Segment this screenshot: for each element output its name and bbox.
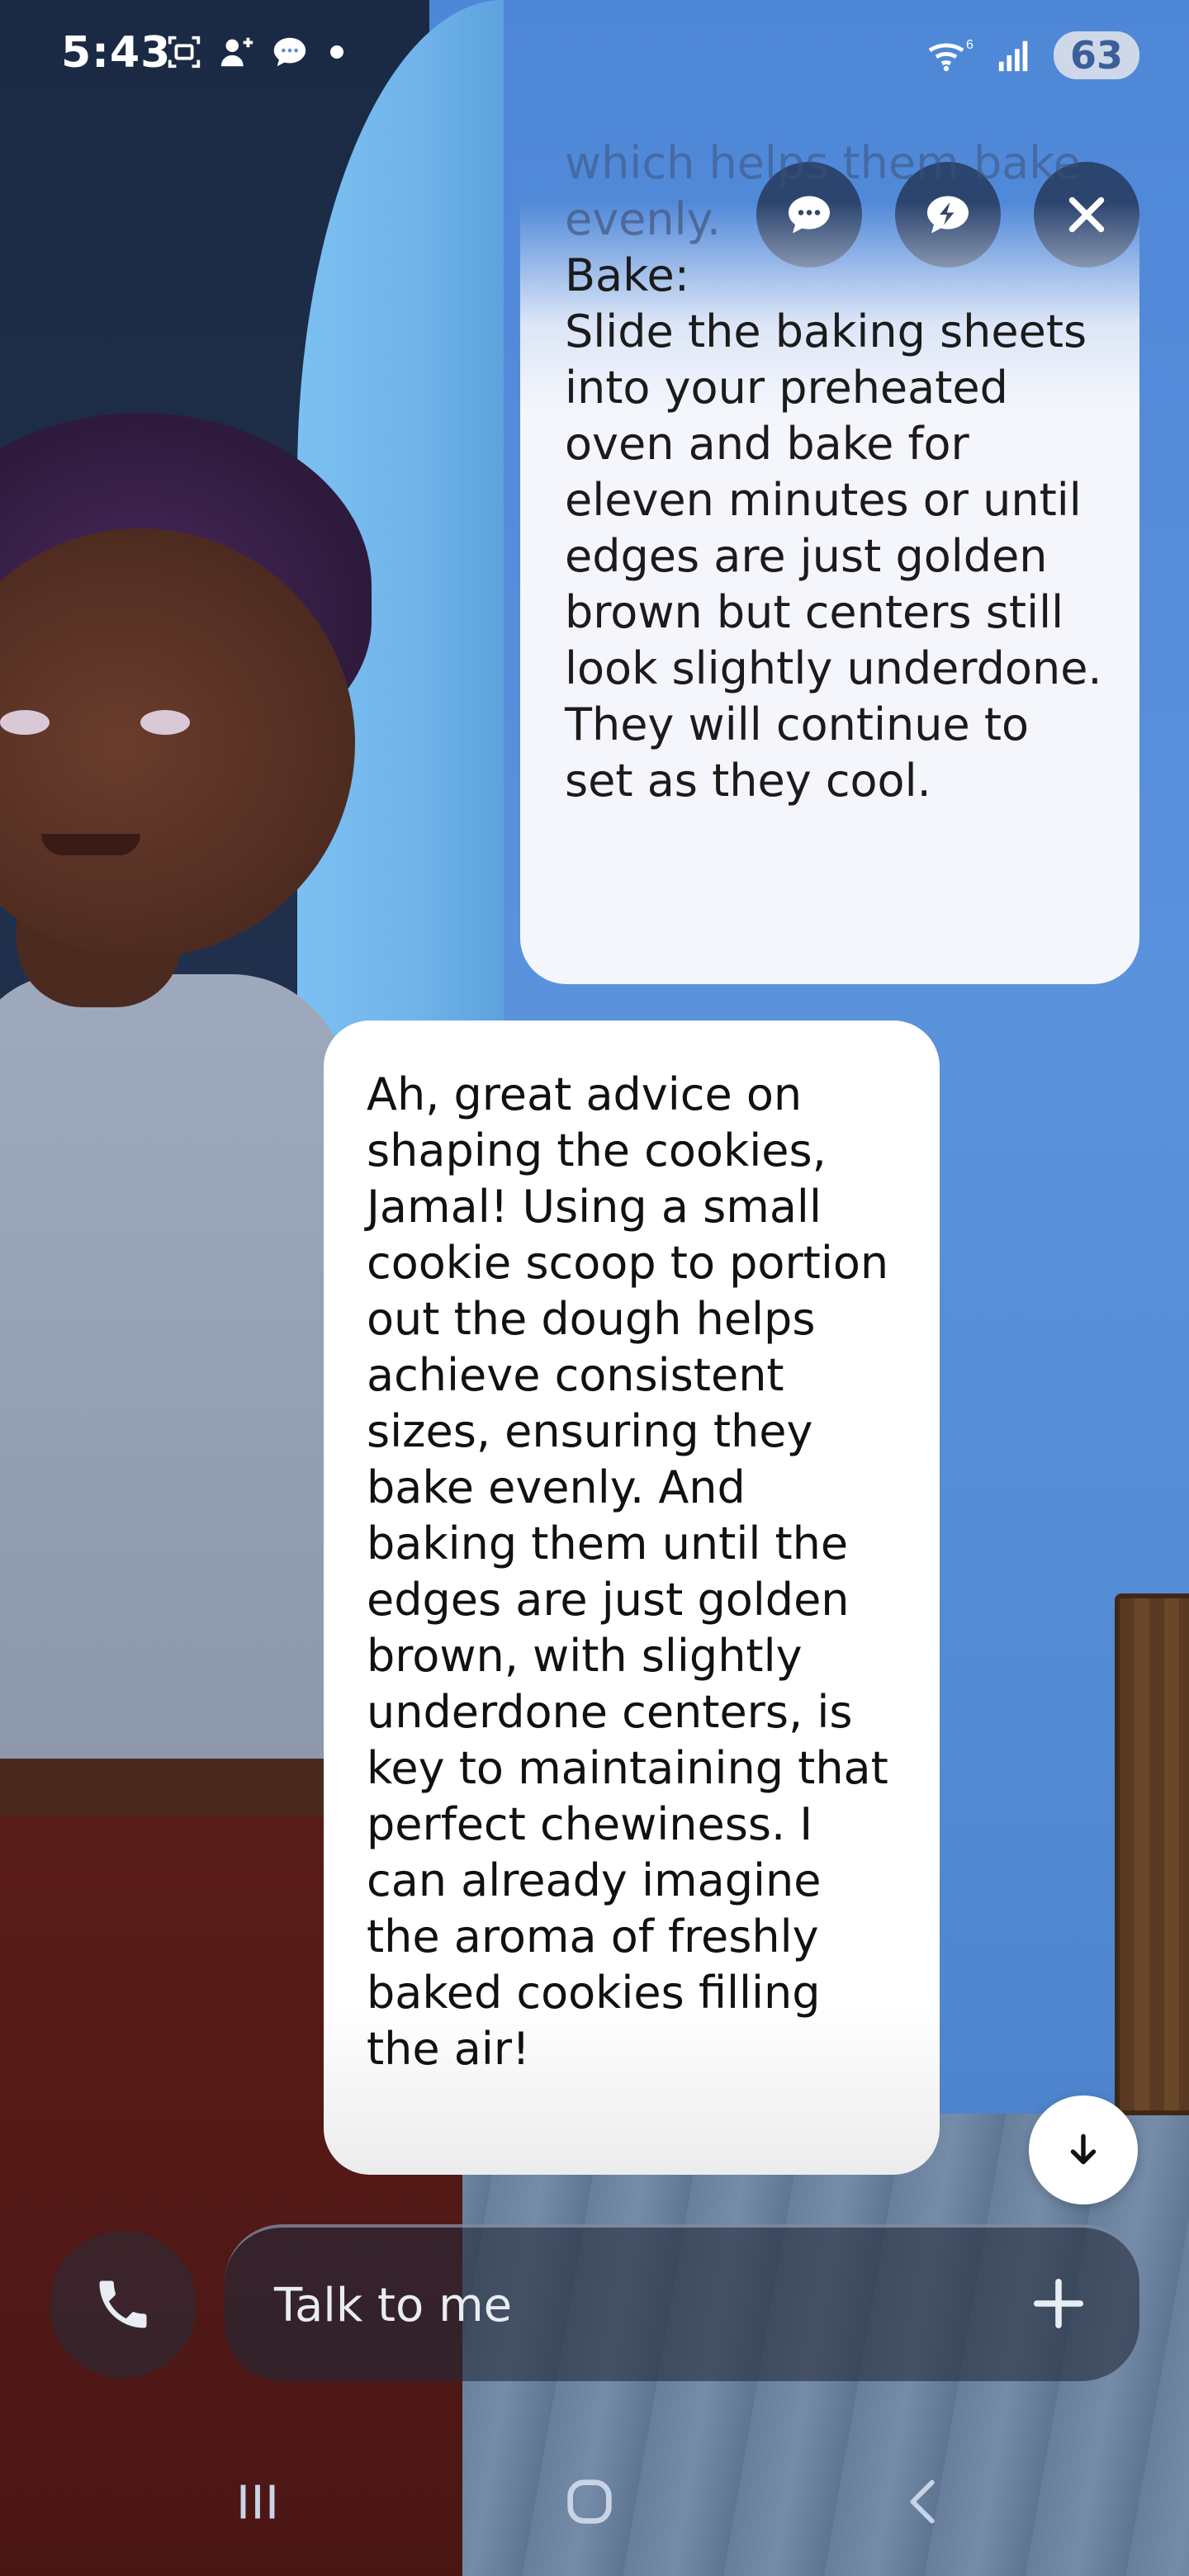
system-nav-bar	[0, 2444, 1189, 2559]
scroll-to-bottom-button[interactable]	[1029, 2095, 1138, 2204]
cabinet	[1115, 1593, 1189, 2115]
home-icon	[567, 2479, 612, 2524]
wifi-icon: 6	[928, 38, 973, 72]
chat-bubble-reply: Ah, great advice on shaping the cookies,…	[324, 1020, 940, 2175]
back-icon	[910, 2479, 935, 2524]
avatar-shirt	[0, 974, 347, 1759]
phone-icon	[99, 2280, 147, 2328]
step-body: Slide the baking sheets into your prehea…	[565, 305, 1102, 807]
notification-icons	[165, 33, 343, 71]
arrow-down-icon	[1070, 2133, 1097, 2165]
home-button[interactable]	[548, 2469, 631, 2535]
step-heading: Bake:	[565, 249, 689, 301]
svg-text:6: 6	[966, 38, 973, 52]
chat-message-text: which helps them bake evenly. Bake: Slid…	[565, 135, 1106, 809]
chat-message-text: Ah, great advice on shaping the cookies,…	[367, 1068, 889, 2075]
faded-line: evenly.	[565, 193, 722, 245]
status-right: 6 63	[926, 31, 1139, 79]
back-button[interactable]	[883, 2469, 966, 2535]
message-icon	[273, 37, 306, 67]
status-time: 5:43	[61, 28, 172, 78]
avatar-eye	[0, 710, 50, 735]
avatar-eye	[140, 710, 190, 735]
more-notifications-dot	[330, 45, 343, 59]
plus-icon	[1033, 2278, 1084, 2329]
screenshot-icon	[168, 36, 201, 69]
message-input[interactable]: Talk to me	[225, 2224, 1139, 2381]
add-attachment-button[interactable]	[1019, 2264, 1098, 2343]
chat-bubble-previous: which helps them bake evenly. Bake: Slid…	[520, 116, 1139, 984]
faded-line: which helps them bake	[565, 137, 1081, 189]
status-bar: 5:43 6 63	[0, 0, 1189, 107]
add-contact-icon	[220, 37, 253, 67]
voice-call-button[interactable]	[50, 2231, 197, 2378]
avatar-mouth	[41, 834, 140, 855]
battery-indicator: 63	[1053, 31, 1139, 79]
recent-apps-button[interactable]	[216, 2469, 299, 2535]
message-input-placeholder: Talk to me	[274, 2279, 513, 2332]
signal-icon	[998, 40, 1028, 72]
recent-apps-icon	[240, 2484, 275, 2519]
